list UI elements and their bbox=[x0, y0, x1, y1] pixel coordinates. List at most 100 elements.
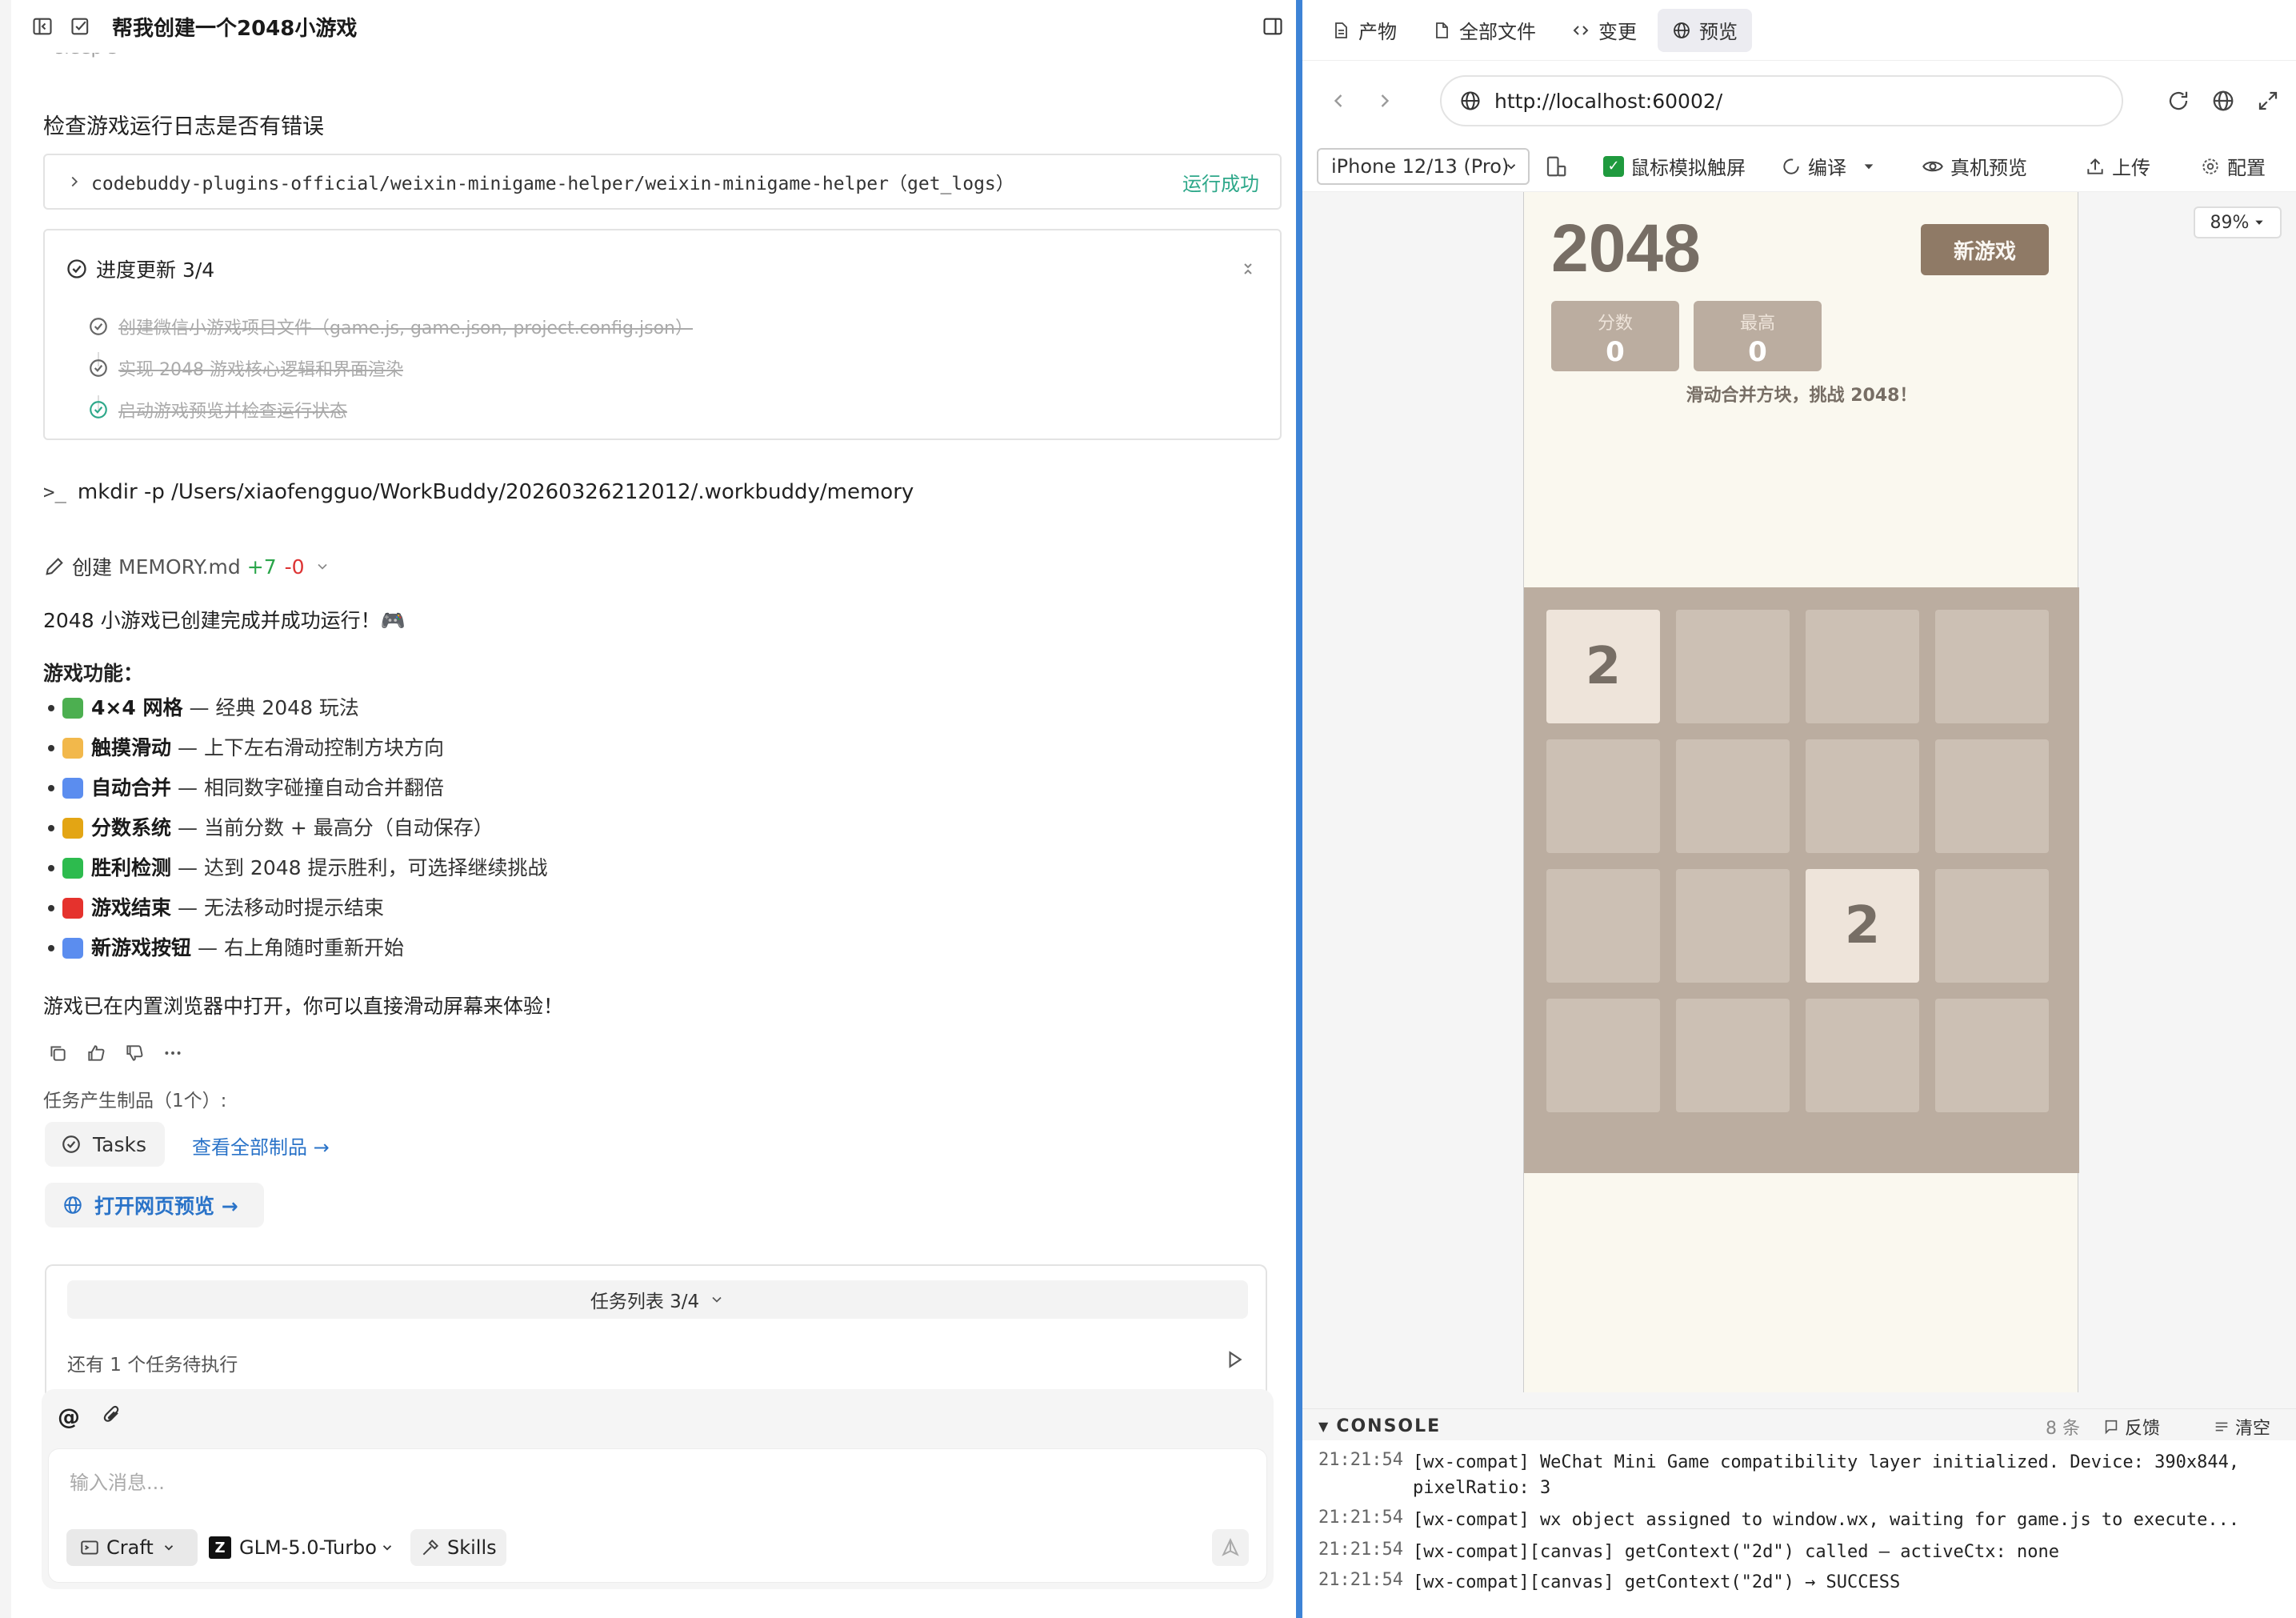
features-title: 游戏功能： bbox=[43, 662, 144, 685]
more-icon[interactable] bbox=[162, 1042, 184, 1064]
device-select[interactable]: iPhone 12/13 (Pro) bbox=[1317, 147, 1530, 185]
copy-icon[interactable] bbox=[46, 1042, 69, 1064]
tile: 2 bbox=[1546, 610, 1660, 723]
feature-name: 自动合并 bbox=[91, 776, 172, 799]
chat-title: 帮我创建一个2048小游戏 bbox=[112, 16, 358, 41]
tool-call-path: codebuddy-plugins-official/weixin-miniga… bbox=[91, 174, 1014, 194]
thumbs-down-icon[interactable] bbox=[123, 1042, 146, 1064]
tab-changes[interactable]: 变更 bbox=[1557, 9, 1651, 52]
game-title: 2048 bbox=[1551, 210, 1701, 286]
refresh-icon[interactable] bbox=[2166, 89, 2190, 113]
tab-preview[interactable]: 预览 bbox=[1658, 8, 1752, 52]
left-edge bbox=[0, 0, 11, 1618]
new-game-button[interactable]: 新游戏 bbox=[1921, 224, 2049, 275]
check-circle-icon bbox=[90, 401, 107, 419]
bullet bbox=[48, 825, 54, 831]
chevron-down-icon bbox=[164, 1545, 173, 1551]
message-input[interactable]: 输入消息... Craft Z GLM-5.0-Turbo Skills bbox=[48, 1448, 1267, 1583]
globe-icon bbox=[1674, 22, 1690, 38]
chevron-down-icon[interactable] bbox=[314, 559, 330, 575]
settings-button[interactable]: 配置 bbox=[2200, 152, 2266, 180]
mention-icon[interactable]: @ bbox=[58, 1404, 80, 1430]
file-create-row[interactable]: 创建 MEMORY.md +7 -0 bbox=[43, 552, 330, 581]
empty-cell bbox=[1546, 869, 1660, 983]
attachment-icon[interactable] bbox=[101, 1404, 123, 1430]
sidebar-toggle-icon[interactable] bbox=[29, 13, 56, 40]
thumbs-up-icon[interactable] bbox=[85, 1042, 107, 1064]
empty-cell bbox=[1935, 610, 2049, 723]
tab-all-files[interactable]: 全部文件 bbox=[1418, 9, 1550, 52]
code-icon bbox=[1573, 25, 1589, 35]
feature-item: 自动合并 — 相同数字碰撞自动合并翻倍 bbox=[43, 768, 547, 808]
collapse-triangle-icon[interactable]: ▼ bbox=[1318, 1419, 1328, 1434]
empty-cell bbox=[1546, 739, 1660, 853]
progress-header: 进度更新 3/4 bbox=[66, 254, 214, 283]
game-screen[interactable]: 2048 新游戏 分数 0 最高 0 滑动合并方块，挑战 2048！ 22 bbox=[1523, 192, 2079, 1392]
device-rotate-icon[interactable] bbox=[1544, 154, 1568, 178]
checkbox-checked-icon[interactable]: ✓ bbox=[1603, 155, 1624, 177]
caret-down-icon[interactable] bbox=[1862, 160, 1875, 173]
refresh-icon bbox=[62, 938, 83, 959]
check-circle-icon bbox=[90, 318, 107, 335]
console-logs: 21:21:54 [wx-compat] WeChat Mini Game co… bbox=[1302, 1450, 2296, 1618]
chevron-right-icon bbox=[71, 176, 78, 187]
panel-divider[interactable] bbox=[1296, 0, 1302, 1618]
play-icon[interactable] bbox=[1224, 1349, 1245, 1370]
trophy-icon bbox=[62, 818, 83, 839]
empty-cell bbox=[1806, 739, 1919, 853]
send-button[interactable] bbox=[1212, 1529, 1249, 1566]
url-bar: http://localhost:60002/ bbox=[1302, 69, 2296, 133]
clear-console-button[interactable]: 清空 bbox=[2213, 1414, 2270, 1440]
opened-message: 游戏已在内置浏览器中打开，你可以直接滑动屏幕来体验！ bbox=[43, 995, 564, 1018]
collapse-icon[interactable] bbox=[1238, 259, 1258, 278]
tool-call-status: 运行成功 bbox=[1182, 172, 1259, 195]
compile-button[interactable]: 编译 bbox=[1781, 152, 1882, 180]
completion-message: 2048 小游戏已创建完成并成功运行！🎮 bbox=[43, 609, 406, 632]
send-icon bbox=[1222, 1537, 1239, 1556]
panel-layout-icon[interactable] bbox=[1259, 13, 1286, 40]
pending-tasks-text: 还有 1 个任务待执行 bbox=[67, 1355, 238, 1376]
see-all-artifacts-link[interactable]: 查看全部制品 → bbox=[192, 1131, 330, 1159]
console-header[interactable]: ▼ CONSOLE 8 条 反馈 清空 bbox=[1302, 1408, 2296, 1444]
feature-item: 分数系统 — 当前分数 + 最高分（自动保存） bbox=[43, 808, 547, 848]
forward-icon[interactable] bbox=[1373, 90, 1397, 112]
tool-call-row[interactable]: codebuddy-plugins-official/weixin-miniga… bbox=[43, 154, 1282, 210]
bullet bbox=[48, 945, 54, 951]
game-board[interactable]: 22 bbox=[1524, 587, 2079, 1173]
bullet bbox=[48, 865, 54, 871]
zoom-select[interactable]: 89% bbox=[2194, 206, 2282, 238]
empty-cell bbox=[1676, 610, 1790, 723]
expand-icon[interactable] bbox=[2256, 89, 2280, 113]
mode-selector[interactable]: Craft bbox=[66, 1529, 198, 1566]
bullet bbox=[48, 785, 54, 791]
tab-artifacts[interactable]: 产物 bbox=[1317, 9, 1411, 52]
file-name: MEMORY.md bbox=[118, 555, 241, 579]
artifacts-label: 任务产生制品（1个）: bbox=[43, 1091, 227, 1111]
open-web-preview-button[interactable]: 打开网页预览 → bbox=[45, 1183, 264, 1228]
back-icon[interactable] bbox=[1326, 90, 1350, 112]
check-circle-icon bbox=[62, 1135, 80, 1153]
console-label: CONSOLE bbox=[1336, 1416, 1442, 1436]
command-row[interactable]: >_ mkdir -p /Users/xiaofengguo/WorkBuddy… bbox=[43, 480, 914, 504]
tasks-artifact-chip[interactable]: Tasks bbox=[45, 1122, 165, 1167]
pencil-icon bbox=[46, 558, 63, 575]
console-log-line: 21:21:54 [wx-compat] WeChat Mini Game co… bbox=[1318, 1450, 2240, 1498]
skills-button[interactable]: Skills bbox=[410, 1529, 506, 1566]
globe-icon[interactable] bbox=[2211, 89, 2235, 113]
model-selector[interactable]: Z GLM-5.0-Turbo bbox=[209, 1529, 401, 1566]
terminal-box-icon bbox=[81, 1540, 98, 1555]
touch-sim-toggle[interactable]: ✓ 鼠标模拟触屏 bbox=[1603, 152, 1746, 180]
tile: 2 bbox=[1806, 869, 1919, 983]
address-input[interactable]: http://localhost:60002/ bbox=[1440, 75, 2123, 126]
feature-desc: — 右上角随时重新开始 bbox=[198, 936, 404, 959]
pointing-hand-icon bbox=[62, 738, 83, 759]
url-actions bbox=[2166, 89, 2280, 113]
real-device-preview-button[interactable]: 真机预览 bbox=[1922, 152, 2027, 180]
new-chat-icon[interactable] bbox=[67, 13, 94, 40]
progress-item: 启动游戏预览并检查运行状态 bbox=[88, 397, 347, 423]
caret-down-icon bbox=[2255, 220, 2264, 225]
task-list-toggle[interactable]: 任务列表 3/4 bbox=[67, 1280, 1248, 1319]
upload-button[interactable]: 上传 bbox=[2085, 152, 2150, 180]
feedback-button[interactable]: 反馈 bbox=[2102, 1414, 2160, 1440]
empty-cell bbox=[1935, 999, 2049, 1112]
